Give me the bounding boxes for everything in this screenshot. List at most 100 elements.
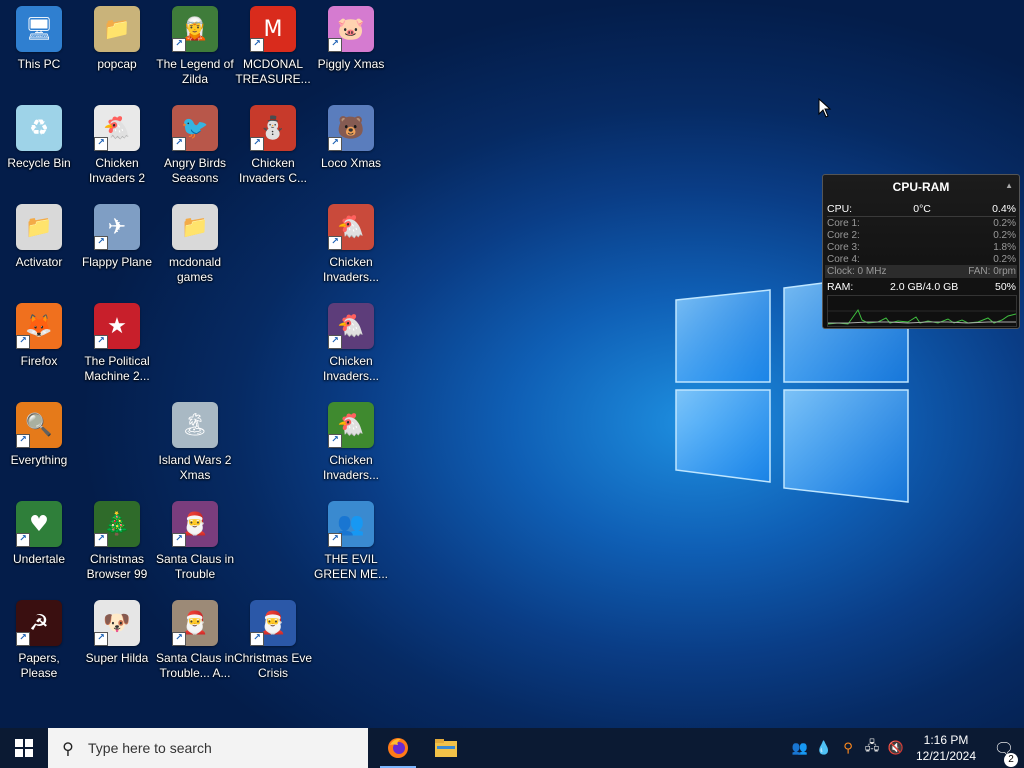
app-icon: 🦊 ↗ bbox=[16, 303, 62, 349]
desktop-icon-label: Super Hilda bbox=[85, 651, 149, 665]
shortcut-arrow-icon: ↗ bbox=[94, 632, 108, 646]
app-icon: ⛄ ↗ bbox=[250, 105, 296, 151]
collapse-caret-icon[interactable]: ▲ bbox=[1005, 181, 1013, 190]
app-icon: 🎅 ↗ bbox=[172, 501, 218, 547]
divider bbox=[827, 216, 1016, 217]
desktop-icon-label: Flappy Plane bbox=[81, 255, 153, 269]
desktop-icon-label: Recycle Bin bbox=[7, 156, 71, 170]
app-icon: ✈ ↗ bbox=[94, 204, 140, 250]
taskbar-clock[interactable]: 1:16 PM 12/21/2024 bbox=[908, 732, 984, 764]
app-icon: 🖥 bbox=[16, 6, 62, 52]
app-icon: 🐦 ↗ bbox=[172, 105, 218, 151]
desktop-icon[interactable]: 🧝 ↗ The Legend of Zilda bbox=[156, 6, 234, 102]
app-icon: 👥 ↗ bbox=[328, 501, 374, 547]
app-icon: 🧝 ↗ bbox=[172, 6, 218, 52]
core-row: Core 3: 1.8% bbox=[827, 242, 1016, 253]
shortcut-arrow-icon: ↗ bbox=[94, 137, 108, 151]
desktop-icon[interactable]: 🎅 ↗ Santa Claus in Trouble bbox=[156, 501, 234, 597]
desktop-icon[interactable]: 🐻 ↗ Loco Xmas bbox=[312, 105, 390, 201]
shortcut-arrow-icon: ↗ bbox=[16, 533, 30, 547]
desktop-icon[interactable]: 🐷 ↗ Piggly Xmas bbox=[312, 6, 390, 102]
cpu-label: CPU: bbox=[827, 203, 853, 215]
shortcut-arrow-icon: ↗ bbox=[328, 533, 342, 547]
desktop-icon[interactable]: 📁 mcdonald games bbox=[156, 204, 234, 300]
desktop-icon[interactable]: 🐔 ↗ Chicken Invaders... bbox=[312, 204, 390, 300]
people-icon[interactable]: 👥 bbox=[788, 741, 812, 756]
desktop-icon-label: Firefox bbox=[20, 354, 58, 368]
desktop-icon[interactable]: 📁 Activator bbox=[0, 204, 78, 300]
app-icon: 🐔 ↗ bbox=[328, 402, 374, 448]
app-icon: 🐻 ↗ bbox=[328, 105, 374, 151]
ram-row: RAM: 2.0 GB/4.0 GB 50% bbox=[827, 281, 1016, 293]
app-icon: 🐔 ↗ bbox=[328, 204, 374, 250]
core-value: 0.2% bbox=[993, 230, 1016, 241]
ram-label: RAM: bbox=[827, 281, 854, 293]
core-label: Core 4: bbox=[827, 254, 860, 265]
shortcut-arrow-icon: ↗ bbox=[172, 632, 186, 646]
clock-time: 1:16 PM bbox=[923, 733, 969, 747]
core-label: Core 2: bbox=[827, 230, 860, 241]
action-center-button[interactable]: 🗨 2 bbox=[984, 739, 1024, 767]
desktop-icon[interactable]: ✈ ↗ Flappy Plane bbox=[78, 204, 156, 300]
cpu-ram-gadget[interactable]: CPU-RAM ▲ CPU: 0°C 0.4% Core 1: 0.2% Cor… bbox=[822, 174, 1020, 329]
volume-muted-icon[interactable]: 🔇 bbox=[884, 741, 908, 756]
gadget-title: CPU-RAM bbox=[892, 180, 950, 194]
core-value: 0.2% bbox=[993, 254, 1016, 265]
folder-icon bbox=[435, 739, 457, 757]
taskbar-search-box[interactable]: ⚲ Type here to search bbox=[48, 728, 368, 768]
shortcut-arrow-icon: ↗ bbox=[94, 533, 108, 547]
desktop-icon[interactable]: 🎅 ↗ Santa Claus in Trouble... A... bbox=[156, 600, 234, 696]
desktop-icon[interactable]: 👥 ↗ THE EVIL GREEN ME... bbox=[312, 501, 390, 597]
desktop-icon[interactable]: ♻ Recycle Bin bbox=[0, 105, 78, 201]
taskbar-firefox-button[interactable] bbox=[374, 728, 422, 768]
app-icon: ★ ↗ bbox=[94, 303, 140, 349]
desktop-icon[interactable]: 🖥 This PC bbox=[0, 6, 78, 102]
core-row: Core 1: 0.2% bbox=[827, 218, 1016, 229]
desktop-icon-label: Undertale bbox=[12, 552, 66, 566]
desktop-icon[interactable]: M ↗ MCDONAL TREASURE... bbox=[234, 6, 312, 102]
taskbar-file-explorer-button[interactable] bbox=[422, 728, 470, 768]
network-icon[interactable]: 🖧 bbox=[860, 737, 884, 759]
desktop-icon[interactable]: 🔍 ↗ Everything bbox=[0, 402, 78, 498]
start-button[interactable] bbox=[0, 728, 48, 768]
desktop-icon[interactable]: 🐔 ↗ Chicken Invaders 2 bbox=[78, 105, 156, 201]
everything-search-icon[interactable]: ⚲ bbox=[836, 741, 860, 756]
notification-count-badge: 2 bbox=[1004, 752, 1018, 767]
app-icon: 📁 bbox=[94, 6, 140, 52]
desktop-icon-label: MCDONAL TREASURE... bbox=[235, 57, 311, 86]
core-row: Core 4: 0.2% bbox=[827, 254, 1016, 265]
drop-icon[interactable]: 💧 bbox=[812, 741, 836, 756]
desktop-icon-label: Activator bbox=[15, 255, 63, 269]
ram-usage: 2.0 GB/4.0 GB bbox=[889, 281, 959, 293]
app-icon: 🔍 ↗ bbox=[16, 402, 62, 448]
desktop-icon[interactable]: 🐦 ↗ Angry Birds Seasons bbox=[156, 105, 234, 201]
search-icon: ⚲ bbox=[62, 738, 74, 758]
core-value: 1.8% bbox=[993, 242, 1016, 253]
cpu-temp: 0°C bbox=[913, 203, 931, 215]
shortcut-arrow-icon: ↗ bbox=[16, 632, 30, 646]
shortcut-arrow-icon: ↗ bbox=[328, 434, 342, 448]
search-placeholder: Type here to search bbox=[88, 740, 212, 756]
desktop-icon-label: The Political Machine 2... bbox=[84, 354, 150, 383]
desktop-icon[interactable]: ♥ ↗ Undertale bbox=[0, 501, 78, 597]
desktop-icon[interactable]: 🐔 ↗ Chicken Invaders... bbox=[312, 402, 390, 498]
taskbar: ⚲ Type here to search 👥 💧 ⚲ 🖧 🔇 1:16 PM … bbox=[0, 728, 1024, 768]
usage-graph bbox=[827, 295, 1017, 327]
desktop-icon-label: mcdonald games bbox=[168, 255, 222, 284]
desktop-icon-label: Chicken Invaders... bbox=[322, 255, 380, 284]
desktop-icon[interactable]: 🐔 ↗ Chicken Invaders... bbox=[312, 303, 390, 399]
desktop-icon-label: Santa Claus in Trouble... A... bbox=[155, 651, 235, 680]
desktop-icon[interactable]: 🐶 ↗ Super Hilda bbox=[78, 600, 156, 696]
desktop-icon[interactable]: ☭ ↗ Papers, Please bbox=[0, 600, 78, 696]
desktop-icon[interactable]: 🦊 ↗ Firefox bbox=[0, 303, 78, 399]
desktop-icon[interactable]: 📁 popcap bbox=[78, 6, 156, 102]
app-icon: 📁 bbox=[172, 204, 218, 250]
desktop-icon[interactable]: ⛄ ↗ Chicken Invaders C... bbox=[234, 105, 312, 201]
shortcut-arrow-icon: ↗ bbox=[172, 533, 186, 547]
desktop-icon-label: Everything bbox=[10, 453, 68, 467]
desktop-icon[interactable]: 🎄 ↗ Christmas Browser 99 bbox=[78, 501, 156, 597]
desktop-icon[interactable]: 🏝 Island Wars 2 Xmas bbox=[156, 402, 234, 498]
desktop-icon[interactable]: ★ ↗ The Political Machine 2... bbox=[78, 303, 156, 399]
app-icon: ♻ bbox=[16, 105, 62, 151]
desktop-icon[interactable]: 🎅 ↗ Christmas Eve Crisis bbox=[234, 600, 312, 696]
